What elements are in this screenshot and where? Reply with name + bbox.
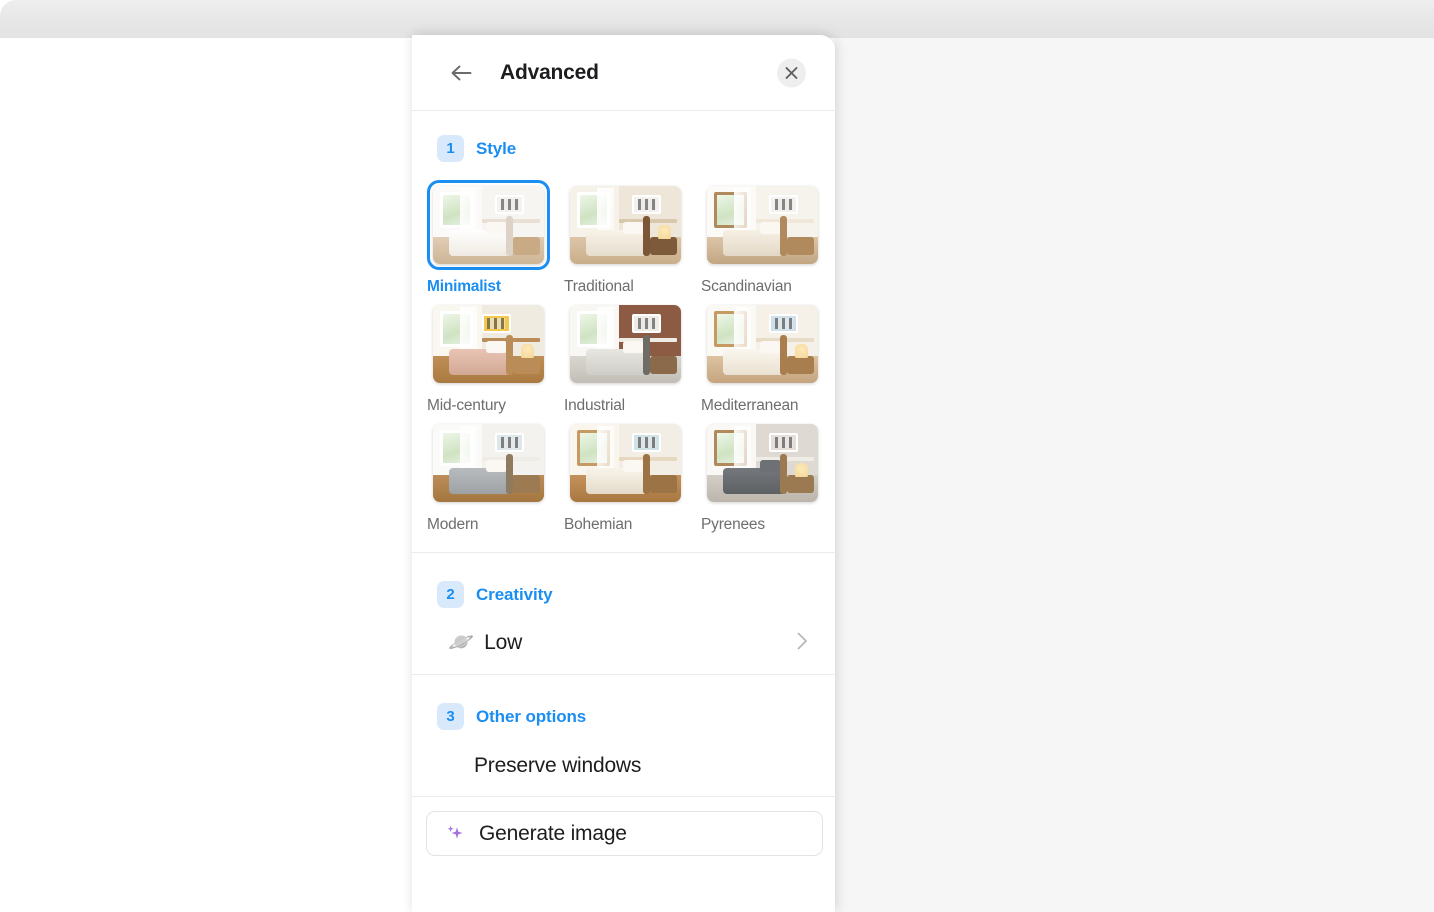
workspace-background <box>835 38 1434 912</box>
section-header-other-options: 3 Other options <box>412 675 835 736</box>
style-thumbnail-wrap <box>427 418 550 508</box>
sparkles-icon <box>447 825 463 839</box>
style-option-industrial[interactable]: Industrial <box>564 299 701 415</box>
creativity-selector-row[interactable]: 🪐 Low <box>412 612 835 674</box>
style-thumbnail-wrap <box>427 299 550 389</box>
step-badge-3: 3 <box>437 703 464 730</box>
section-title-style: Style <box>476 138 517 158</box>
section-title-other-options: Other options <box>476 706 587 726</box>
arrow-left-icon <box>451 65 472 80</box>
style-thumbnail-wrap <box>701 418 824 508</box>
panel-footer: Generate image <box>412 797 835 856</box>
style-thumbnail-wrap <box>427 180 550 270</box>
style-label: Mid-century <box>427 397 506 414</box>
style-label: Industrial <box>564 397 625 414</box>
style-thumbnail-wrap <box>564 299 687 389</box>
style-thumbnail-industrial <box>570 305 681 383</box>
style-label: Modern <box>427 516 479 533</box>
chevron-right-icon <box>797 632 808 655</box>
step-badge-2: 2 <box>437 581 464 608</box>
style-option-scandinavian[interactable]: Scandinavian <box>701 180 838 296</box>
style-label: Bohemian <box>564 516 633 533</box>
style-thumbnail-scandinavian <box>707 186 818 264</box>
style-option-minimalist[interactable]: Minimalist <box>427 180 564 296</box>
app-window: Advanced 1 Style Minimalist Traditional … <box>0 0 1434 912</box>
desktop: Advanced 1 Style Minimalist Traditional … <box>0 0 1434 912</box>
section-other-options: 3 Other options Preserve windows <box>412 675 835 797</box>
section-header-style: 1 Style <box>412 111 835 180</box>
section-style: 1 Style Minimalist Traditional Scandinav… <box>412 111 835 553</box>
generate-image-label: Generate image <box>479 821 627 845</box>
style-label: Minimalist <box>427 278 501 295</box>
style-thumbnail-wrap <box>701 299 824 389</box>
section-title-creativity: Creativity <box>476 584 553 604</box>
creativity-value: Low <box>484 631 523 654</box>
preserve-windows-label: Preserve windows <box>474 754 642 777</box>
back-button[interactable] <box>445 57 477 89</box>
close-icon <box>785 66 798 79</box>
style-thumbnail-wrap <box>701 180 824 270</box>
style-label: Mediterranean <box>701 397 799 414</box>
preserve-windows-row[interactable]: Preserve windows <box>412 736 835 796</box>
style-thumbnail-pyrenees <box>707 424 818 502</box>
style-option-modern[interactable]: Modern <box>427 418 564 534</box>
panel-header: Advanced <box>412 35 835 111</box>
section-header-creativity: 2 Creativity <box>412 553 835 612</box>
style-option-pyrenees[interactable]: Pyrenees <box>701 418 838 534</box>
style-option-bohemian[interactable]: Bohemian <box>564 418 701 534</box>
close-button[interactable] <box>777 58 806 87</box>
style-thumbnail-wrap <box>564 180 687 270</box>
style-label: Scandinavian <box>701 278 792 295</box>
section-creativity: 2 Creativity 🪐 Low <box>412 553 835 675</box>
page-title: Advanced <box>500 60 599 84</box>
style-thumbnail-bohemian <box>570 424 681 502</box>
style-thumbnail-mediterranean <box>707 305 818 383</box>
style-option-mediterranean[interactable]: Mediterranean <box>701 299 838 415</box>
style-option-traditional[interactable]: Traditional <box>564 180 701 296</box>
style-grid: Minimalist Traditional Scandinavian Mid-… <box>412 180 835 552</box>
style-label: Pyrenees <box>701 516 765 533</box>
style-thumbnail-wrap <box>564 418 687 508</box>
style-thumbnail-modern <box>433 424 544 502</box>
saturn-planet-icon: 🪐 <box>448 631 475 654</box>
style-label: Traditional <box>564 278 634 295</box>
style-thumbnail-mid-century <box>433 305 544 383</box>
style-thumbnail-traditional <box>570 186 681 264</box>
style-thumbnail-minimalist <box>433 186 544 264</box>
window-titlebar <box>0 0 1434 38</box>
step-badge-1: 1 <box>437 135 464 162</box>
generate-image-button[interactable]: Generate image <box>426 811 823 856</box>
style-option-mid-century[interactable]: Mid-century <box>427 299 564 415</box>
advanced-panel: Advanced 1 Style Minimalist Traditional … <box>412 35 835 912</box>
